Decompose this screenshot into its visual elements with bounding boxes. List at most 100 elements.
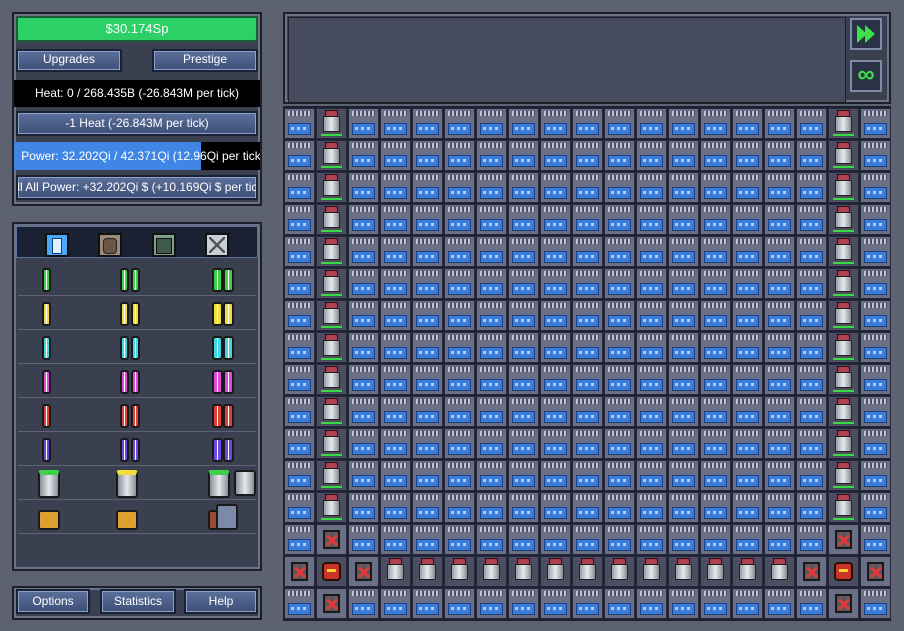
vent-tile[interactable] (828, 460, 859, 491)
heat-exchanger-tile[interactable] (636, 204, 667, 235)
heat-exchanger-tile[interactable] (540, 172, 571, 203)
heat-exchanger-tile[interactable] (572, 268, 603, 299)
heat-exchanger-tile[interactable] (700, 364, 731, 395)
heat-exchanger-tile[interactable] (284, 460, 315, 491)
heat-exchanger-tile[interactable] (636, 492, 667, 523)
heat-exchanger-tile[interactable] (860, 460, 891, 491)
heat-exchanger-tile[interactable] (284, 332, 315, 363)
misc-tab[interactable] (205, 233, 229, 257)
heat-exchanger-tile[interactable] (284, 492, 315, 523)
heat-exchanger-tile[interactable] (860, 108, 891, 139)
heat-exchanger-tile[interactable] (508, 108, 539, 139)
vent-tile[interactable] (412, 556, 443, 587)
heat-exchanger-tile[interactable] (476, 236, 507, 267)
heat-exchanger-tile[interactable] (700, 428, 731, 459)
heat-exchanger-tile[interactable] (412, 588, 443, 619)
heat-exchanger-tile[interactable] (700, 236, 731, 267)
vent-tile[interactable] (828, 108, 859, 139)
heat-exchanger-tile[interactable] (540, 396, 571, 427)
heat-exchanger-tile[interactable] (380, 268, 411, 299)
heat-exchanger-tile[interactable] (380, 460, 411, 491)
heat-exchanger-tile[interactable] (348, 236, 379, 267)
heat-exchanger-tile[interactable] (764, 364, 795, 395)
heat-exchanger-tile[interactable] (732, 300, 763, 331)
vent-tile[interactable] (540, 556, 571, 587)
part-cell-6-1[interactable] (42, 436, 51, 462)
heat-exchanger-tile[interactable] (284, 172, 315, 203)
heat-exchanger-tile[interactable] (604, 396, 635, 427)
heat-exchanger-tile[interactable] (764, 172, 795, 203)
heat-exchanger-tile[interactable] (412, 108, 443, 139)
heat-exchanger-tile[interactable] (284, 588, 315, 619)
heat-exchanger-tile[interactable] (636, 172, 667, 203)
heat-exchanger-tile[interactable] (604, 588, 635, 619)
heat-exchanger-tile[interactable] (348, 460, 379, 491)
heat-exchanger-tile[interactable] (796, 492, 827, 523)
heat-exchanger-tile[interactable] (348, 588, 379, 619)
heat-exchanger-tile[interactable] (636, 236, 667, 267)
vent-tile[interactable] (316, 172, 347, 203)
part-cell-5-2[interactable] (120, 402, 140, 428)
vent-tile[interactable] (828, 236, 859, 267)
heat-exchanger-tile[interactable] (796, 268, 827, 299)
heat-exchanger-tile[interactable] (796, 300, 827, 331)
vent-tile[interactable] (828, 140, 859, 171)
heat-exchanger-tile[interactable] (732, 140, 763, 171)
heat-exchanger-tile[interactable] (700, 140, 731, 171)
heat-exchanger-tile[interactable] (540, 364, 571, 395)
heat-exchanger-tile[interactable] (668, 396, 699, 427)
heat-exchanger-tile[interactable] (636, 108, 667, 139)
vent-tile[interactable] (316, 428, 347, 459)
vent-tile[interactable] (316, 332, 347, 363)
heat-exchanger-tile[interactable] (572, 524, 603, 555)
prestige-button[interactable]: Prestige (152, 49, 258, 72)
heat-exchanger-tile[interactable] (284, 204, 315, 235)
vent-tile[interactable] (828, 204, 859, 235)
heat-exchanger-tile[interactable] (604, 492, 635, 523)
part-cell-4-2[interactable] (120, 368, 140, 394)
heat-exchanger-tile[interactable] (348, 332, 379, 363)
heat-exchanger-tile[interactable] (764, 108, 795, 139)
heat-exchanger-tile[interactable] (764, 204, 795, 235)
reduce-heat-button[interactable]: -1 Heat (-26.843M per tick) (16, 111, 258, 136)
heat-exchanger-tile[interactable] (668, 108, 699, 139)
heat-exchanger-tile[interactable] (572, 588, 603, 619)
heat-exchanger-tile[interactable] (444, 492, 475, 523)
heat-exchanger-tile[interactable] (796, 332, 827, 363)
heat-exchanger-tile[interactable] (572, 460, 603, 491)
part-cell-1-1[interactable] (42, 266, 51, 292)
coolant-cell-tile[interactable] (828, 524, 859, 555)
heat-exchanger-tile[interactable] (668, 492, 699, 523)
heat-exchanger-tile[interactable] (732, 268, 763, 299)
heat-exchanger-tile[interactable] (796, 428, 827, 459)
heat-exchanger-tile[interactable] (412, 460, 443, 491)
statistics-button[interactable]: Statistics (100, 589, 176, 614)
heat-exchanger-tile[interactable] (508, 300, 539, 331)
heat-exchanger-tile[interactable] (380, 396, 411, 427)
heat-exchanger-tile[interactable] (412, 300, 443, 331)
capacitor-icon[interactable] (216, 504, 238, 530)
coolant-cell-tile[interactable] (796, 556, 827, 587)
heat-exchanger-tile[interactable] (860, 236, 891, 267)
heat-exchanger-tile[interactable] (572, 140, 603, 171)
heat-exchanger-tile[interactable] (860, 428, 891, 459)
vent-tile[interactable] (828, 300, 859, 331)
vent-tile[interactable] (828, 268, 859, 299)
part-cell-3-3[interactable] (212, 334, 243, 360)
vent-tile[interactable] (636, 556, 667, 587)
part-vent-7-1[interactable] (38, 470, 60, 498)
heat-exchanger-tile[interactable] (668, 524, 699, 555)
heat-exchanger-tile[interactable] (508, 204, 539, 235)
heat-exchanger-tile[interactable] (668, 364, 699, 395)
heat-exchanger-tile[interactable] (732, 236, 763, 267)
heat-exchanger-tile[interactable] (444, 172, 475, 203)
heat-exchanger-tile[interactable] (604, 332, 635, 363)
heat-exchanger-tile[interactable] (444, 204, 475, 235)
heat-exchanger-tile[interactable] (380, 332, 411, 363)
heat-exchanger-tile[interactable] (636, 140, 667, 171)
part-cell-5-1[interactable] (42, 402, 51, 428)
part-cell-2-3[interactable] (212, 300, 243, 326)
heat-exchanger-tile[interactable] (284, 396, 315, 427)
heat-exchanger-tile[interactable] (444, 300, 475, 331)
heat-exchanger-tile[interactable] (860, 396, 891, 427)
